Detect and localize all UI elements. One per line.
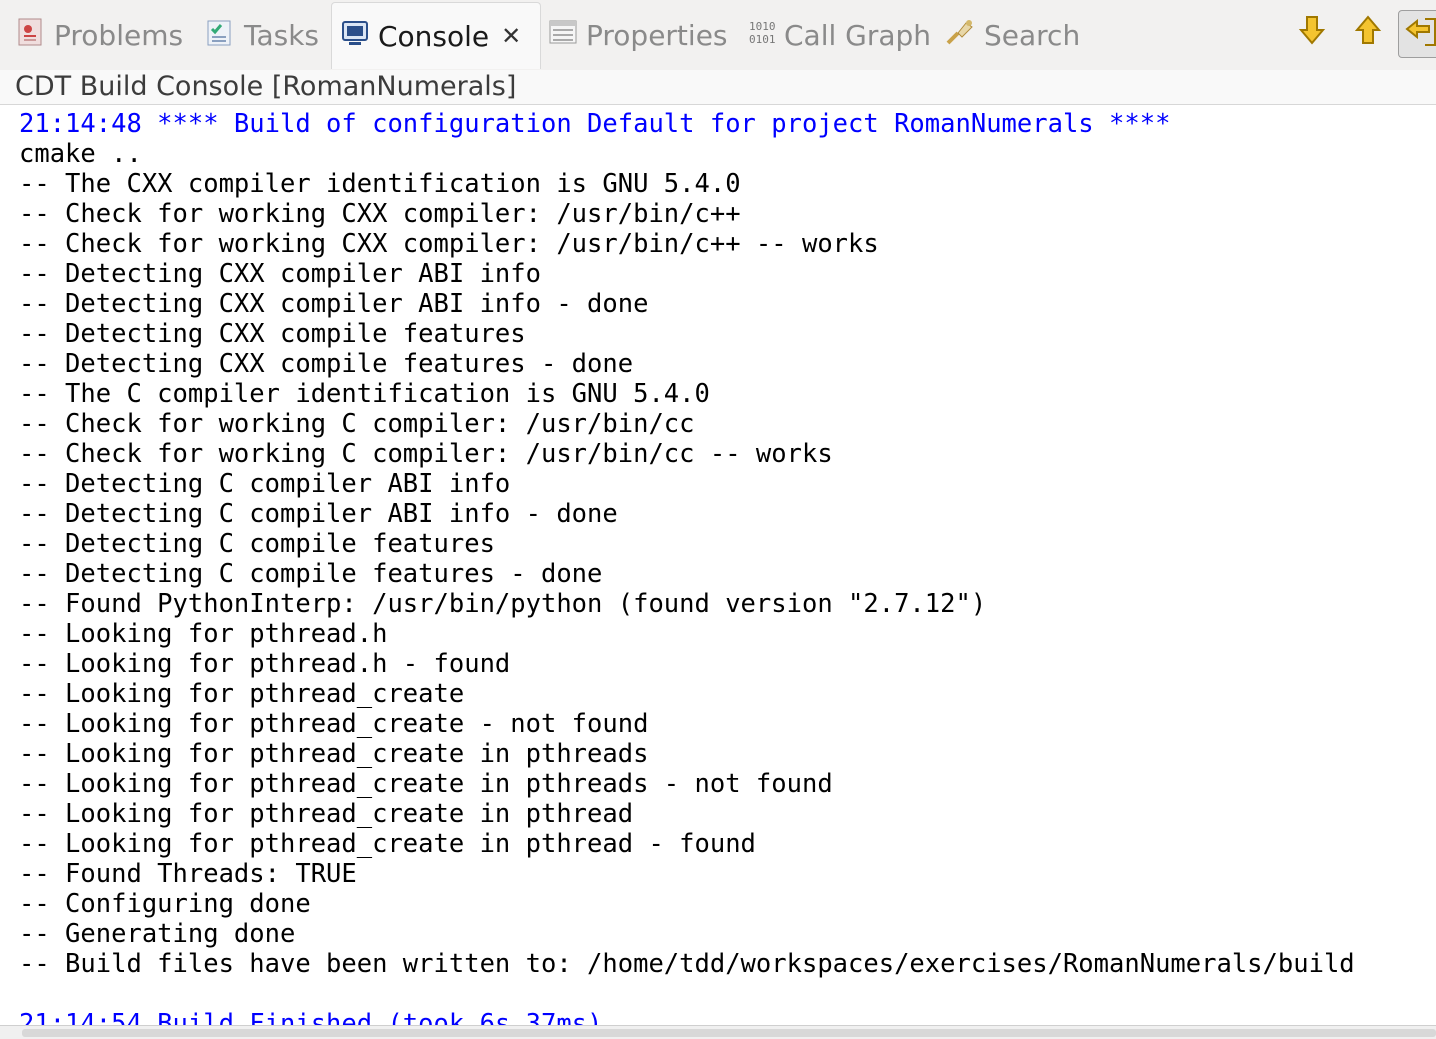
tab-label: Problems [54, 18, 184, 52]
console-line: 21:14:48 **** Build of configuration Def… [19, 109, 1171, 139]
console-title: CDT Build Console [RomanNumerals] [15, 71, 517, 102]
console-line: -- Found PythonInterp: /usr/bin/python (… [19, 589, 987, 619]
console-title-bar: CDT Build Console [RomanNumerals] [0, 70, 1436, 105]
view-tab-bar: Problems Tasks Console ✕ Properties 1010… [0, 0, 1436, 70]
console-line: -- Detecting CXX compile features - done [19, 349, 634, 379]
link-with-editor-button[interactable] [1398, 10, 1436, 58]
scrollbar-thumb[interactable] [22, 1029, 1436, 1037]
console-line: -- Looking for pthread_create in pthread… [19, 739, 649, 769]
console-line: -- Looking for pthread_create in pthread [19, 799, 634, 829]
console-line: -- Looking for pthread_create [19, 679, 465, 709]
console-line: -- Looking for pthread_create in pthread… [19, 829, 756, 859]
console-line: -- The C compiler identification is GNU … [19, 379, 710, 409]
properties-icon [548, 17, 578, 54]
console-line: -- Check for working C compiler: /usr/bi… [19, 439, 833, 469]
tab-problems[interactable]: Problems [16, 6, 183, 64]
console-line: -- Generating done [19, 919, 296, 949]
console-icon [340, 18, 370, 55]
console-line: cmake .. [19, 139, 142, 169]
tab-label: Call Graph [784, 18, 932, 52]
tab-label: Properties [586, 18, 728, 52]
console-line: -- Check for working C compiler: /usr/bi… [19, 409, 695, 439]
console-line: -- Detecting CXX compiler ABI info - don… [19, 289, 649, 319]
arrow-up-icon [1354, 14, 1382, 50]
svg-text:1010: 1010 [749, 20, 776, 33]
console-line: -- Looking for pthread_create in pthread… [19, 769, 833, 799]
console-line: -- Check for working CXX compiler: /usr/… [19, 229, 879, 259]
console-line: 21:14:54 Build Finished (took 6s.37ms) [19, 1009, 603, 1025]
console-line: -- Looking for pthread.h - found [19, 649, 511, 679]
console-line: -- Detecting C compiler ABI info [19, 469, 511, 499]
call-graph-icon: 1010 0101 [748, 17, 780, 54]
tab-label: Console [378, 19, 490, 53]
tab-label: Tasks [244, 18, 320, 52]
console-line: -- Build files have been written to: /ho… [19, 949, 1355, 979]
console-output[interactable]: 21:14:48 **** Build of configuration Def… [0, 105, 1436, 1025]
svg-text:0101: 0101 [749, 33, 776, 46]
console-line: -- Configuring done [19, 889, 311, 919]
link-with-editor-icon [1403, 15, 1436, 53]
console-line: -- Looking for pthread.h [19, 619, 388, 649]
console-line: -- Check for working CXX compiler: /usr/… [19, 199, 741, 229]
tab-search[interactable]: Search [944, 6, 1080, 64]
console-line: -- Detecting CXX compiler ABI info [19, 259, 541, 289]
console-line: -- Found Threads: TRUE [19, 859, 357, 889]
tasks-icon [204, 17, 236, 54]
console-line: -- Detecting C compiler ABI info - done [19, 499, 618, 529]
horizontal-scrollbar[interactable] [0, 1025, 1436, 1039]
console-line: -- Detecting CXX compile features [19, 319, 526, 349]
previous-button[interactable] [1348, 12, 1388, 52]
tab-call-graph[interactable]: 1010 0101 Call Graph [748, 6, 931, 64]
console-line: -- Detecting C compile features [19, 529, 495, 559]
tab-tasks[interactable]: Tasks [204, 6, 319, 64]
tab-console[interactable]: Console ✕ [331, 2, 541, 69]
search-icon [944, 17, 976, 54]
next-button[interactable] [1292, 12, 1332, 52]
console-line: -- Looking for pthread_create - not foun… [19, 709, 649, 739]
arrow-down-icon [1298, 14, 1326, 50]
close-icon[interactable]: ✕ [501, 22, 521, 50]
console-line: -- Detecting C compile features - done [19, 559, 603, 589]
problems-icon [16, 17, 46, 54]
tab-label: Search [984, 18, 1081, 52]
console-line: -- The CXX compiler identification is GN… [19, 169, 741, 199]
tab-properties[interactable]: Properties [548, 6, 728, 64]
